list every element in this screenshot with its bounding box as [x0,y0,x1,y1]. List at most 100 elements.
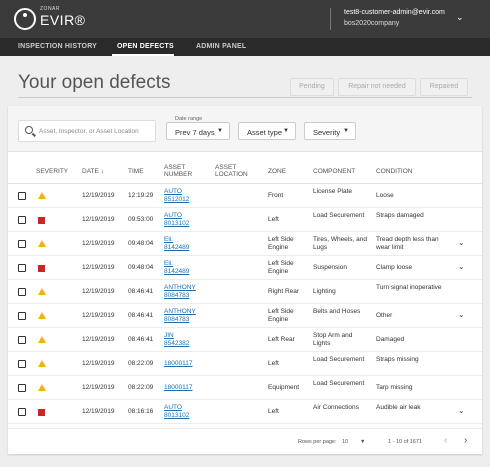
row-time: 08:16:16 [128,408,154,415]
expand-row-chevron-icon[interactable]: ⌄ [458,310,465,319]
table-row[interactable]: 12/19/2019 08:46:41 ANTHONY 8084783 Right R… [8,280,482,304]
table-row[interactable]: 12/19/2019 08:46:41 JIN 8542382 Left Rear St… [8,328,482,352]
severity-minor-icon [38,192,46,199]
row-date: 12/19/2019 [82,312,115,319]
row-zone: Front [268,192,284,199]
severity-major-icon [38,265,45,272]
row-checkbox[interactable] [18,408,26,416]
col-asset-number[interactable]: ASSET NUMBER [164,164,196,178]
row-zone: Left Side Engine [268,236,294,251]
row-time: 09:53:00 [128,216,154,223]
nav-admin-panel[interactable]: ADMIN PANEL [196,43,246,50]
row-zone: Left [268,216,279,223]
filter-bar: Asset, Inspector, or Asset Location Date… [8,106,482,152]
nav-inspection-history[interactable]: INSPECTION HISTORY [18,43,97,50]
row-checkbox[interactable] [18,264,26,272]
date-range-select[interactable]: Date range Prev 7 days ▼ [166,116,230,140]
defects-card: Asset, Inspector, or Asset Location Date… [8,106,482,454]
severity-minor-icon [38,240,46,247]
col-time[interactable]: TIME [128,168,144,175]
row-asset-link[interactable]: JIN 8542382 [164,332,198,347]
expand-row-chevron-icon[interactable]: ⌄ [458,406,465,415]
row-zone: Left Side Engine [268,308,294,323]
row-time: 08:22:09 [128,384,154,391]
caret-down-icon: ▼ [217,128,223,134]
table-row[interactable]: 12/19/2019 12:19:29 AUTO 8512012 Front Licen… [8,184,482,208]
row-condition: Tread depth less than wear limit [376,236,439,251]
rows-per-page-select[interactable]: 10 [342,439,348,445]
row-condition: Straps damaged [376,212,424,219]
col-zone[interactable]: ZONE [268,168,286,175]
header-divider [330,8,331,30]
row-checkbox[interactable] [18,288,26,296]
row-time: 09:48:04 [128,264,154,271]
col-condition[interactable]: CONDITION [376,168,412,175]
severity-select[interactable]: Severity ▼ [304,122,356,140]
row-date: 12/19/2019 [82,336,115,343]
row-checkbox[interactable] [18,360,26,368]
row-checkbox[interactable] [18,192,26,200]
col-component[interactable]: COMPONENT [313,168,355,175]
nav-open-defects[interactable]: OPEN DEFECTS [117,43,174,50]
top-bar: ZONAR EVIR® test8-customer-admin@evir.co… [0,0,490,38]
user-company[interactable]: bos2020company [344,20,399,27]
table-row[interactable]: 12/19/2019 09:53:00 AUTO 8013102 Left Load S… [8,208,482,232]
row-asset-link[interactable]: AUTO 8013102 [164,212,198,227]
row-date: 12/19/2019 [82,240,115,247]
table-row[interactable]: 12/19/2019 09:48:04 Eli: 8142489 Left Side … [8,232,482,256]
row-asset-link[interactable]: ANTHONY 8084783 [164,308,198,323]
asset-type-value: Asset type [247,128,283,137]
row-condition: Clamp loose [376,264,413,271]
row-time: 12:19:29 [128,192,154,199]
row-asset-link[interactable]: Eli: 8142489 [164,260,198,275]
expand-row-chevron-icon[interactable]: ⌄ [458,238,465,247]
brand-name[interactable]: EVIR® [40,12,86,28]
row-asset-link[interactable]: Eli: 8142489 [164,236,198,251]
row-component: Load Securement [313,380,365,387]
asset-type-select[interactable]: Asset type ▼ [238,122,296,140]
row-date: 12/19/2019 [82,288,115,295]
row-checkbox[interactable] [18,336,26,344]
table-row[interactable]: 12/19/2019 08:22:09 18000117 Equipment Load … [8,376,482,400]
row-component: Stop Arm and Lights [313,332,353,347]
search-input[interactable]: Asset, Inspector, or Asset Location [18,120,156,142]
table-row[interactable]: 12/19/2019 08:16:16 AUTO 8013102 Left Air Co… [8,400,482,424]
row-asset-link[interactable]: AUTO 8512012 [164,188,198,203]
caret-down-icon: ▼ [343,128,349,134]
row-checkbox[interactable] [18,312,26,320]
row-zone: Left Side Engine [268,260,294,275]
row-condition: Loose [376,192,394,199]
rows-per-page-caret-icon[interactable]: ▼ [360,439,365,445]
repair-not-needed-button[interactable]: Repair not needed [338,78,416,96]
row-time: 08:46:41 [128,336,154,343]
col-date[interactable]: DATE ↓ [82,168,104,175]
user-email[interactable]: test8-customer-admin@evir.com [344,9,445,16]
active-tab-indicator [112,54,174,56]
col-severity[interactable]: SEVERITY [36,168,68,175]
prev-page-icon[interactable]: ‹ [444,435,447,446]
chevron-down-icon[interactable]: ⌄ [456,12,464,23]
table-row[interactable]: 12/19/2019 09:48:04 Eli: 8142489 Left Side … [8,256,482,280]
row-checkbox[interactable] [18,240,26,248]
next-page-icon[interactable]: › [464,435,467,446]
severity-minor-icon [38,360,46,367]
row-time: 08:46:41 [128,312,154,319]
search-placeholder: Asset, Inspector, or Asset Location [39,128,139,135]
expand-row-chevron-icon[interactable]: ⌄ [458,262,465,271]
table-row[interactable]: 12/19/2019 08:22:09 18000117 Left Load Secur… [8,352,482,376]
row-checkbox[interactable] [18,384,26,392]
row-component: Lighting [313,288,336,295]
row-asset-link[interactable]: 18000117 [164,384,198,392]
severity-minor-icon [38,384,46,391]
pending-button[interactable]: Pending [290,78,334,96]
repaired-button[interactable]: Repaired [420,78,468,96]
row-asset-link[interactable]: 18000117 [164,360,198,368]
row-asset-link[interactable]: ANTHONY 8084783 [164,284,198,299]
table-row[interactable]: 12/19/2019 08:46:41 ANTHONY 8084783 Left Si… [8,304,482,328]
row-date: 12/19/2019 [82,408,115,415]
row-asset-link[interactable]: AUTO 8013102 [164,404,198,419]
row-zone: Left [268,360,279,367]
row-component: Suspension [313,264,347,271]
col-asset-location[interactable]: ASSET LOCATION [215,164,255,178]
row-checkbox[interactable] [18,216,26,224]
